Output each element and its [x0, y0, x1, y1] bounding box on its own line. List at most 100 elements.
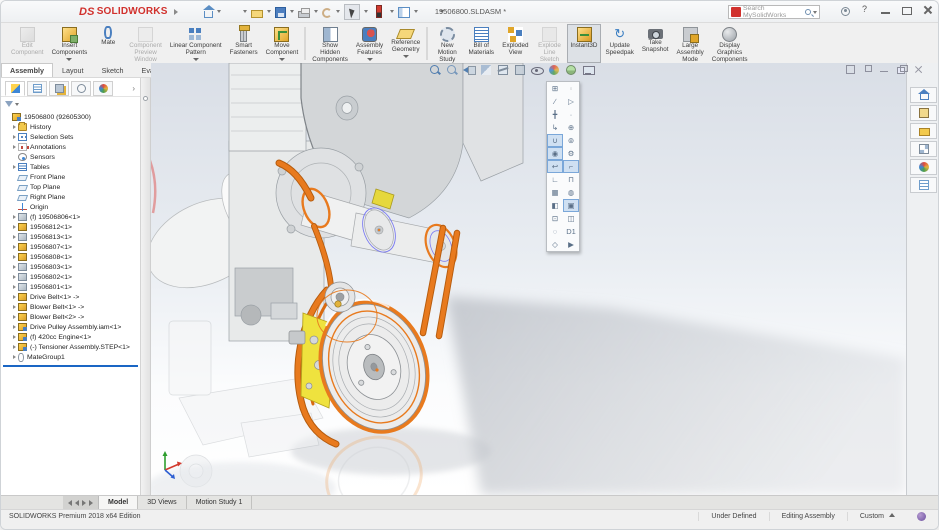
ribbon-button[interactable]: Explode Line Sketch [533, 24, 567, 63]
tree-item[interactable]: Blower Belt<1> -> [1, 302, 140, 312]
palette-tool-button[interactable]: ⚙ [563, 147, 579, 160]
dropdown-caret-icon[interactable] [314, 10, 318, 13]
expand-arrow-icon[interactable] [13, 345, 16, 349]
quick-access-icon[interactable] [422, 5, 436, 19]
view-tool-icon[interactable] [565, 64, 577, 76]
3d-model-scene[interactable] [151, 63, 906, 495]
view-tool-icon[interactable] [446, 64, 458, 76]
view-tool-icon[interactable] [497, 64, 509, 76]
tile-window-icon[interactable] [863, 65, 872, 74]
palette-tool-button[interactable]: ⊓ [563, 173, 579, 186]
tree-item[interactable]: 19506800 (92605300) [1, 112, 140, 122]
last-tab-icon[interactable] [89, 500, 93, 506]
filter-dropdown-icon[interactable] [15, 103, 19, 106]
palette-tool-button[interactable]: D1 [563, 225, 579, 238]
ribbon-button[interactable]: Assembly Features [352, 24, 387, 63]
expand-arrow-icon[interactable] [13, 325, 16, 329]
tree-item[interactable]: MateGroup1 [1, 352, 140, 362]
ribbon-button[interactable]: Edit Component [7, 24, 48, 63]
palette-tool-button[interactable]: ⊞ [547, 82, 563, 95]
tree-item[interactable]: Blower Belt<2> -> [1, 312, 140, 322]
sheet-tab[interactable]: 3D Views [138, 496, 186, 509]
palette-tool-button[interactable]: ◌ [547, 225, 563, 238]
ribbon-button[interactable]: ↻Update Speedpak [601, 24, 637, 63]
restore-document-icon[interactable] [897, 65, 906, 74]
palette-tool-button[interactable]: ▷ [563, 95, 579, 108]
palette-tool-button[interactable]: ◉ [547, 147, 563, 160]
tab-displaymanager[interactable] [93, 81, 113, 96]
dropdown-caret-icon[interactable] [364, 10, 368, 13]
panel-splitter[interactable] [141, 78, 151, 495]
tree-item[interactable]: (f) 420cc Engine<1> [1, 332, 140, 342]
expand-arrow-icon[interactable] [13, 245, 16, 249]
dropdown-caret-icon[interactable] [267, 10, 271, 13]
palette-tool-button[interactable]: ∕ [547, 95, 563, 108]
task-pane-tab[interactable] [910, 123, 937, 139]
quick-access-icon[interactable] [322, 8, 332, 18]
search-magnifier-icon[interactable] [805, 9, 811, 15]
help-icon[interactable] [859, 4, 871, 16]
task-pane-tab[interactable] [910, 87, 937, 103]
ribbon-button[interactable]: Exploded View [498, 24, 532, 63]
view-tool-icon[interactable] [548, 64, 560, 76]
task-pane-tab[interactable] [910, 177, 937, 193]
view-tool-icon[interactable] [531, 64, 543, 76]
tree-item[interactable]: 19506808<1> [1, 252, 140, 262]
solidworks-logo[interactable]: DS SOLIDWORKS [79, 6, 178, 18]
tree-item[interactable]: Sensors [1, 152, 140, 162]
tree-item[interactable]: Tables [1, 162, 140, 172]
palette-tool-button[interactable]: ⊕ [563, 121, 579, 134]
dropdown-caret-icon[interactable] [414, 10, 418, 13]
palette-tool-button[interactable]: ▶ [563, 238, 579, 251]
quick-access-icon[interactable] [225, 5, 239, 19]
graphics-area[interactable] [151, 63, 906, 495]
ribbon-button[interactable]: Reference Geometry [387, 24, 424, 63]
minimize-button[interactable] [880, 4, 892, 16]
ribbon-button[interactable]: Insert Components [48, 24, 92, 63]
view-tool-icon[interactable] [514, 64, 526, 76]
expand-arrow-icon[interactable] [13, 315, 16, 319]
ribbon-button[interactable]: Instant3D [567, 24, 602, 63]
tree-item[interactable]: History [1, 122, 140, 132]
view-tool-icon[interactable] [480, 64, 492, 76]
expand-arrow-icon[interactable] [13, 295, 16, 299]
ribbon-button[interactable]: Bill of Materials [464, 24, 498, 63]
palette-tool-button[interactable]: ∪ [547, 134, 563, 147]
palette-tool-button[interactable]: ◍ [563, 186, 579, 199]
palette-tool-button[interactable]: ↩ [547, 160, 563, 173]
palette-tool-button[interactable]: ◧ [547, 199, 563, 212]
minimize-document-icon[interactable] [880, 65, 889, 74]
palette-tool-button[interactable]: ⊚ [563, 134, 579, 147]
tree-item[interactable]: Front Plane [1, 172, 140, 182]
expand-arrow-icon[interactable] [13, 215, 16, 219]
expand-arrow-icon[interactable] [13, 335, 16, 339]
ribbon-button[interactable] [426, 27, 428, 60]
palette-tool-button[interactable]: ◫ [563, 212, 579, 225]
tree-item[interactable]: (-) Tensioner Assembly.STEP<1> [1, 342, 140, 352]
task-pane-tab[interactable] [910, 141, 937, 157]
prev-tab-icon[interactable] [75, 500, 79, 506]
tree-item[interactable]: 19506807<1> [1, 242, 140, 252]
expand-arrow-icon[interactable] [13, 275, 16, 279]
dropdown-caret-icon[interactable] [217, 10, 221, 13]
palette-tool-button[interactable]: ∟ [547, 173, 563, 186]
tree-item[interactable]: 19506801<1> [1, 282, 140, 292]
tree-item[interactable]: Top Plane [1, 182, 140, 192]
quick-access-icon[interactable] [344, 4, 360, 20]
expand-arrow-icon[interactable] [13, 235, 16, 239]
tab-configurations[interactable] [49, 81, 69, 96]
expand-arrow-icon[interactable] [13, 165, 16, 169]
sheet-tab[interactable]: Model [99, 496, 138, 509]
quick-access-icon[interactable] [398, 7, 410, 18]
command-tab[interactable]: Layout [53, 63, 93, 77]
quick-access-icon[interactable] [251, 10, 263, 18]
dropdown-caret-icon[interactable] [290, 10, 294, 13]
palette-tool-button[interactable]: ◇ [547, 238, 563, 251]
expand-arrow-icon[interactable] [13, 305, 16, 309]
view-tool-icon[interactable] [463, 64, 475, 76]
rollback-bar[interactable] [3, 365, 138, 367]
expand-arrow-icon[interactable] [13, 125, 16, 129]
palette-tool-button[interactable]: ↳ [547, 121, 563, 134]
tree-item[interactable]: Drive Pulley Assembly.iam<1> [1, 322, 140, 332]
tree-item[interactable]: 19506813<1> [1, 232, 140, 242]
